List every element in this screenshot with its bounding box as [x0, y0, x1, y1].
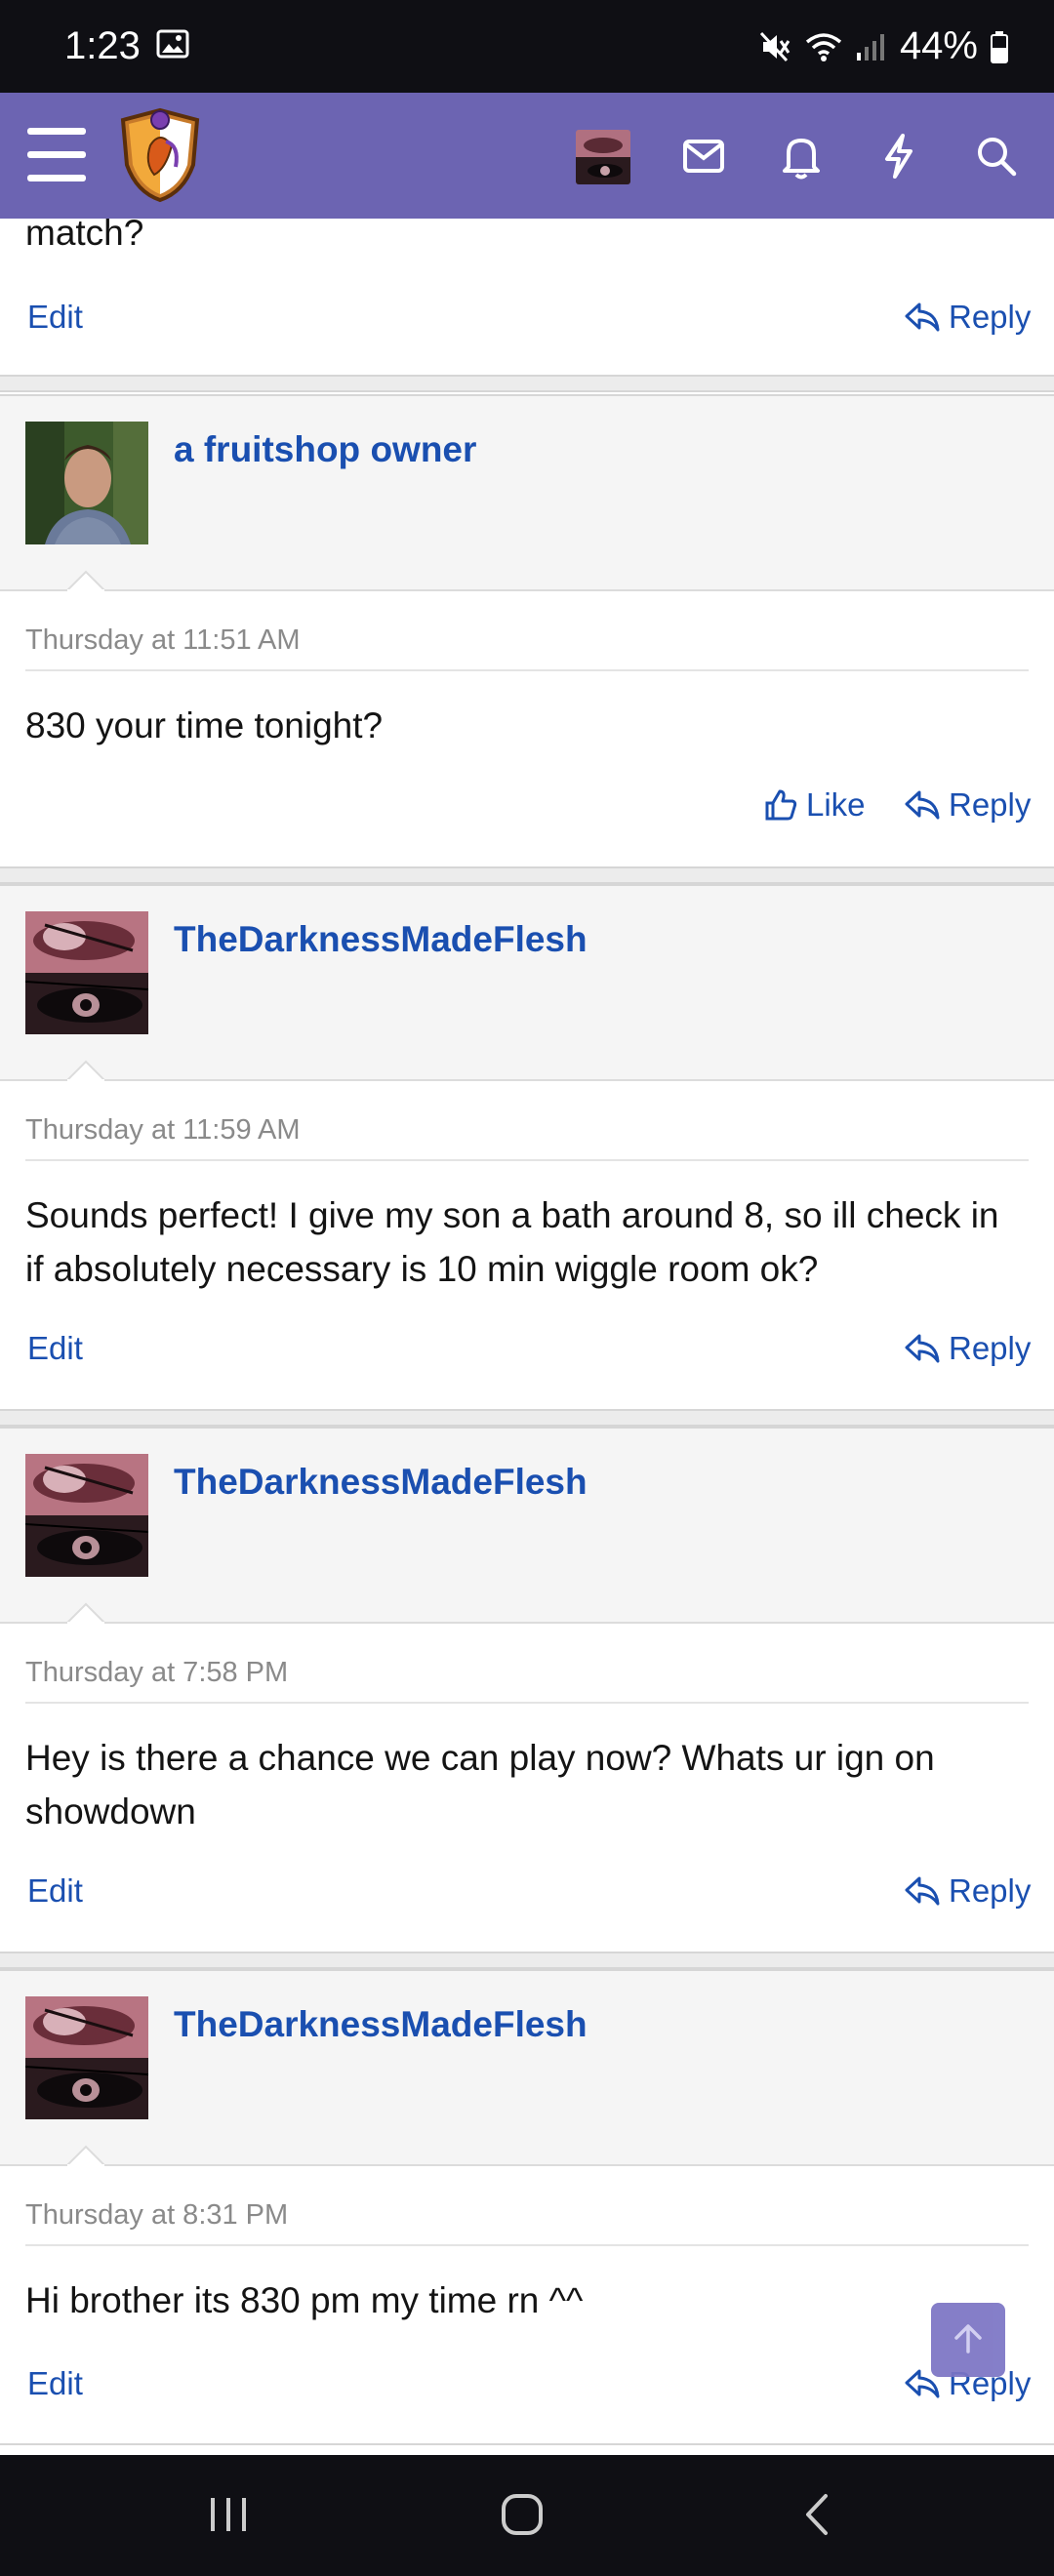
bolt-icon[interactable] — [872, 130, 925, 182]
post-separator — [0, 1411, 1054, 1427]
divider — [25, 1159, 1029, 1161]
arrow-up-icon — [951, 2320, 986, 2360]
wifi-icon — [804, 30, 843, 63]
home-icon[interactable] — [498, 2490, 547, 2544]
edit-label: Edit — [27, 299, 83, 335]
reply-label: Reply — [949, 1330, 1032, 1366]
status-right: 44% — [757, 24, 1009, 68]
status-bar: 1:23 44% — [0, 0, 1054, 93]
app-header — [0, 93, 1054, 219]
post-body: Hey is there a chance we can play now? W… — [25, 1738, 935, 1831]
back-icon[interactable] — [798, 2490, 837, 2544]
post-separator — [0, 868, 1054, 884]
edit-label: Edit — [27, 1330, 83, 1366]
post-separator — [0, 377, 1054, 392]
username[interactable]: a fruitshop owner — [174, 429, 476, 470]
post-separator — [0, 1953, 1054, 1969]
recent-apps-icon[interactable] — [207, 2490, 250, 2544]
divider — [25, 1702, 1029, 1704]
scroll-to-top-button[interactable] — [931, 2303, 1005, 2377]
username[interactable]: TheDarknessMadeFlesh — [174, 1462, 588, 1503]
system-nav-bar — [0, 2455, 1054, 2576]
avatar[interactable] — [25, 911, 148, 1034]
search-icon[interactable] — [970, 130, 1023, 182]
mute-icon — [757, 29, 792, 64]
post: TheDarknessMadeFlesh Thursday at 8:31 PM… — [0, 1969, 1054, 2445]
battery-text: 44% — [899, 24, 978, 67]
post-date[interactable]: Thursday at 11:51 AM — [25, 624, 301, 657]
post-pointer — [66, 1602, 105, 1624]
site-logo[interactable] — [115, 106, 205, 204]
username[interactable]: TheDarknessMadeFlesh — [174, 2004, 588, 2045]
reply-button[interactable]: Reply — [904, 786, 1031, 824]
image-icon — [156, 24, 189, 68]
bell-icon[interactable] — [775, 130, 828, 182]
avatar[interactable] — [25, 1454, 148, 1577]
user-avatar[interactable] — [576, 130, 630, 184]
reply-icon — [904, 301, 941, 334]
reply-label: Reply — [949, 786, 1032, 823]
post-pointer — [66, 2145, 105, 2166]
post: a fruitshop owner Thursday at 11:51 AM 8… — [0, 394, 1054, 868]
edit-label: Edit — [27, 1872, 83, 1909]
reply-icon — [904, 788, 941, 822]
divider — [25, 2244, 1029, 2246]
divider — [25, 669, 1029, 671]
post-pointer — [66, 570, 105, 591]
reply-label: Reply — [949, 299, 1032, 335]
avatar[interactable] — [25, 422, 148, 544]
post-date[interactable]: Thursday at 11:59 AM — [25, 1114, 301, 1147]
thumbs-up-icon — [763, 787, 798, 823]
reply-icon — [904, 1332, 941, 1365]
post-partial: match? Edit Reply — [0, 213, 1054, 377]
post-header: TheDarknessMadeFlesh — [0, 1971, 1054, 2166]
post-header: a fruitshop owner — [0, 396, 1054, 591]
reply-button[interactable]: Reply — [904, 1872, 1031, 1910]
reply-button[interactable]: Reply — [904, 299, 1031, 336]
post-date[interactable]: Thursday at 7:58 PM — [25, 1657, 288, 1689]
mail-icon[interactable] — [677, 130, 730, 182]
post-body: 830 your time tonight? — [25, 705, 384, 745]
post-body: Sounds perfect! I give my son a bath aro… — [25, 1195, 999, 1289]
like-button[interactable]: Like — [763, 786, 866, 824]
edit-button[interactable]: Edit — [27, 299, 83, 336]
edit-button[interactable]: Edit — [27, 1872, 83, 1910]
edit-button[interactable]: Edit — [27, 1330, 83, 1367]
signal-icon — [855, 31, 888, 62]
status-time: 1:23 — [64, 24, 141, 67]
post-body: Hi brother its 830 pm my time rn ^^ — [25, 2280, 584, 2320]
post-body: match? — [25, 213, 144, 253]
post: TheDarknessMadeFlesh Thursday at 11:59 A… — [0, 884, 1054, 1411]
reply-label: Reply — [949, 1872, 1032, 1909]
reply-button[interactable]: Reply — [904, 1330, 1031, 1367]
like-label: Like — [806, 786, 866, 823]
avatar[interactable] — [25, 1996, 148, 2119]
menu-icon[interactable] — [27, 128, 86, 182]
post-pointer — [66, 1060, 105, 1081]
reply-icon — [904, 1874, 941, 1908]
edit-button[interactable]: Edit — [27, 2365, 83, 2402]
post-date[interactable]: Thursday at 8:31 PM — [25, 2199, 288, 2232]
edit-label: Edit — [27, 2365, 83, 2401]
post-header: TheDarknessMadeFlesh — [0, 886, 1054, 1081]
status-left: 1:23 — [64, 24, 189, 68]
username[interactable]: TheDarknessMadeFlesh — [174, 919, 588, 960]
battery-icon — [990, 30, 1009, 63]
post: TheDarknessMadeFlesh Thursday at 7:58 PM… — [0, 1427, 1054, 1953]
post-header: TheDarknessMadeFlesh — [0, 1429, 1054, 1624]
